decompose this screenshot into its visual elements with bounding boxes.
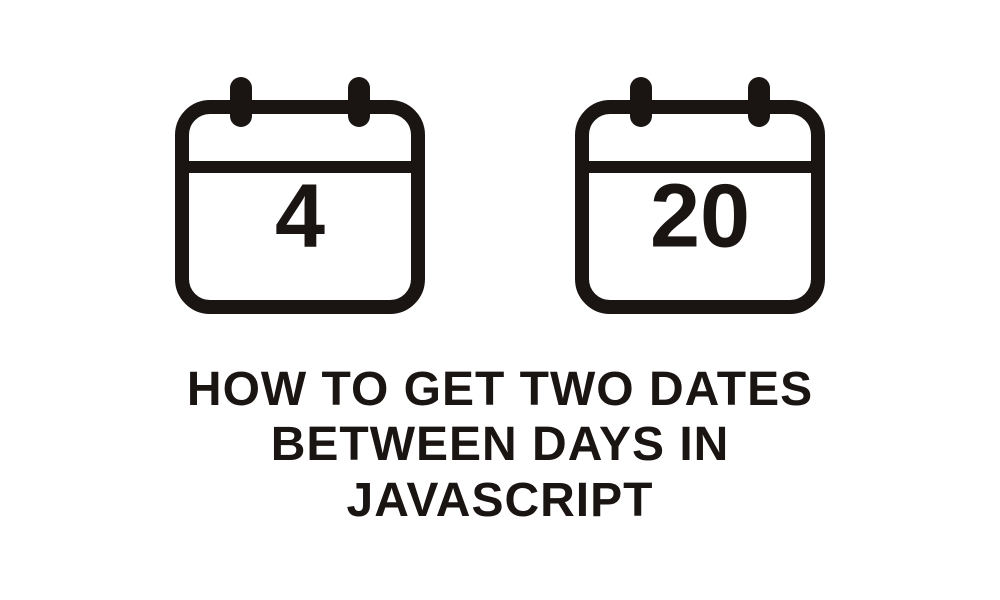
calendar-day-number: 4 — [275, 166, 325, 269]
title-line-1: HOW TO GET TWO DATES — [187, 362, 813, 417]
title-line-3: JAVASCRIPT — [187, 473, 813, 528]
calendar-icons-row: 4 20 — [170, 72, 830, 322]
calendar-icon-right: 20 — [570, 72, 830, 322]
calendar-day-number: 20 — [650, 166, 750, 269]
calendar-icon-left: 4 — [170, 72, 430, 322]
page-title: HOW TO GET TWO DATES BETWEEN DAYS IN JAV… — [187, 362, 813, 528]
title-line-2: BETWEEN DAYS IN — [187, 417, 813, 472]
